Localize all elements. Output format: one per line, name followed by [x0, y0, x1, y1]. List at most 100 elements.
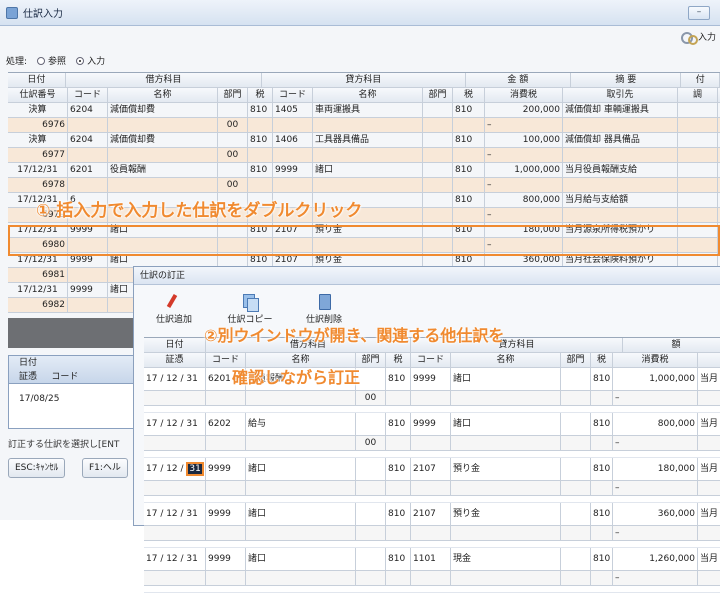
table-row[interactable]: 17/12/31 9999 諸口 810 2107 預り金 810 180,000 当月源泉所得…: [8, 223, 720, 238]
correction-debit-name[interactable]: 諸口: [246, 503, 356, 526]
row-date: 17/12/31: [8, 253, 68, 267]
correction-credit-dept[interactable]: [561, 548, 591, 571]
delete-entry-button[interactable]: 仕訳削除: [296, 292, 352, 325]
correction-credit-name[interactable]: 預り金: [451, 503, 561, 526]
escape-cancel-button[interactable]: ESC:ｷｬﾝｾﾙ: [8, 458, 66, 478]
correction-credit-dept[interactable]: [561, 503, 591, 526]
correction-debit-code[interactable]: 9999: [206, 548, 246, 571]
correction-credit-name[interactable]: 諸口: [451, 368, 561, 391]
correction-debit-code[interactable]: 9999: [206, 503, 246, 526]
row-sub-cell: [248, 178, 273, 192]
correction-amount[interactable]: 1,260,000: [613, 548, 698, 571]
table-row[interactable]: 決算 6204 減価償却費 810 1406 工具器具備品 810 100,000 減価償却 器…: [8, 133, 720, 148]
correction-amount[interactable]: 360,000: [613, 503, 698, 526]
correction-credit-name[interactable]: 現金: [451, 548, 561, 571]
correction-credit-code[interactable]: 9999: [411, 368, 451, 391]
correction-credit-tax[interactable]: 810: [591, 503, 613, 526]
correction-row[interactable]: 17 / 12 / 31 9999 諸口 810 2107 預り金 810 360,000 当月: [144, 503, 720, 526]
correction-debit-tax[interactable]: 810: [386, 458, 411, 481]
row-amount: 360,000: [485, 253, 563, 267]
correction-credit-name[interactable]: 諸口: [451, 413, 561, 436]
correction-amount[interactable]: 800,000: [613, 413, 698, 436]
correction-sub-cell: [206, 571, 246, 585]
correction-debit-tax[interactable]: 810: [386, 413, 411, 436]
correction-debit-dept[interactable]: [356, 458, 386, 481]
correction-debit-code[interactable]: 9999: [206, 458, 246, 481]
correction-description[interactable]: 当月: [698, 368, 720, 391]
correction-credit-tax[interactable]: 810: [591, 548, 613, 571]
table-row-sub[interactable]: 6978 00 –: [8, 178, 720, 193]
correction-credit-dept[interactable]: [561, 458, 591, 481]
correction-row-sub[interactable]: –: [144, 526, 720, 541]
correction-credit-dept[interactable]: [561, 368, 591, 391]
correction-credit-tax[interactable]: 810: [591, 458, 613, 481]
correction-entry[interactable]: 17 / 12 / 31 9999 諸口 810 2107 預り金 810 360,000 当月: [144, 503, 720, 526]
correction-amount[interactable]: 180,000: [613, 458, 698, 481]
row-debit-code: 6201: [68, 163, 108, 177]
table-row-sub[interactable]: 6976 00 –: [8, 118, 720, 133]
radio-input[interactable]: 入力: [76, 54, 105, 67]
correction-description[interactable]: 当月: [698, 548, 720, 571]
correction-credit-tax[interactable]: 810: [591, 368, 613, 391]
correction-description[interactable]: 当月: [698, 503, 720, 526]
correction-credit-name[interactable]: 預り金: [451, 458, 561, 481]
row-consumption-tax: –: [485, 208, 563, 222]
table-row[interactable]: 17/12/31 6201 役員報酬 810 9999 諸口 810 1,000,000 当月役…: [8, 163, 720, 178]
correction-debit-name[interactable]: 諸口: [246, 458, 356, 481]
correction-row-sub[interactable]: 00 –: [144, 391, 720, 406]
add-entry-button[interactable]: 仕訳追加: [146, 292, 202, 325]
correction-sub-cell: [451, 436, 561, 450]
correction-debit-dept[interactable]: [356, 368, 386, 391]
correction-date[interactable]: 17 / 12 / 31: [144, 548, 206, 571]
correction-description[interactable]: 当月: [698, 458, 720, 481]
correction-debit-tax[interactable]: 810: [386, 368, 411, 391]
correction-debit-tax[interactable]: 810: [386, 548, 411, 571]
correction-date[interactable]: 17 / 12 / 31: [144, 458, 206, 481]
correction-credit-code[interactable]: 1101: [411, 548, 451, 571]
correction-row-sub[interactable]: 00 –: [144, 436, 720, 451]
correction-credit-code[interactable]: 2107: [411, 503, 451, 526]
minimize-button[interactable]: –: [688, 6, 710, 20]
correction-credit-tax[interactable]: 810: [591, 413, 613, 436]
header-consumption-tax: 消費税: [485, 88, 563, 102]
correction-entry[interactable]: 17 / 12 / 31 6201 役員報酬 810 9999 諸口 810 1,000,00…: [144, 368, 720, 391]
correction-date[interactable]: 17 / 12 / 31: [144, 368, 206, 391]
correction-row[interactable]: 17 / 12 / 31 6201 役員報酬 810 9999 諸口 810 1,000,00…: [144, 368, 720, 391]
table-row[interactable]: 決算 6204 減価償却費 810 1405 車両運搬具 810 200,000 減価償却 車輌…: [8, 103, 720, 118]
correction-date-cursor[interactable]: 31: [186, 462, 204, 476]
correction-debit-dept[interactable]: [356, 503, 386, 526]
correction-debit-name[interactable]: 諸口: [246, 548, 356, 571]
correction-row[interactable]: 17 / 12 / 31 9999 諸口 810 1101 現金 810 1,260,000 当…: [144, 548, 720, 571]
correction-debit-tax[interactable]: 810: [386, 503, 411, 526]
correction-row-sub[interactable]: –: [144, 481, 720, 496]
help-button[interactable]: F1:ヘル: [82, 458, 128, 478]
table-row-sub[interactable]: 6980 –: [8, 238, 720, 253]
correction-row[interactable]: 17 / 12 / 31 9999 諸口 810 2107 預り金 810 180,000 当月: [144, 458, 720, 481]
correction-amount[interactable]: 1,000,000: [613, 368, 698, 391]
correction-entry[interactable]: 17 / 12 / 31 6202 給与 810 9999 諸口 810 800,000 当月: [144, 413, 720, 436]
correction-date[interactable]: 17 / 12 / 31: [144, 413, 206, 436]
row-debit-tax: 810: [248, 163, 273, 177]
correction-debit-dept[interactable]: [356, 413, 386, 436]
header-credit-code: コード: [273, 88, 313, 102]
correction-date[interactable]: 17 / 12 / 31: [144, 503, 206, 526]
toolbar-input[interactable]: 入力: [680, 30, 716, 45]
correction-row[interactable]: 17 / 12 / 31 6202 給与 810 9999 諸口 810 800,000 当月: [144, 413, 720, 436]
correction-entry[interactable]: 17 / 12 / 31 9999 諸口 810 2107 預り金 810 180,000 当月: [144, 458, 720, 481]
correction-row-sub[interactable]: –: [144, 571, 720, 586]
correction-debit-code[interactable]: 6202: [206, 413, 246, 436]
correction-debit-dept[interactable]: [356, 548, 386, 571]
correction-sub-cell: [591, 391, 613, 405]
table-row-sub[interactable]: 6977 00 –: [8, 148, 720, 163]
radio-reference[interactable]: 参照: [37, 54, 66, 67]
correction-credit-code[interactable]: 9999: [411, 413, 451, 436]
correction-debit-name[interactable]: 給与: [246, 413, 356, 436]
correction-sub-cell: [386, 391, 411, 405]
correction-description[interactable]: 当月: [698, 413, 720, 436]
row-consumption-tax: –: [485, 178, 563, 192]
correction-entry[interactable]: 17 / 12 / 31 9999 諸口 810 1101 現金 810 1,260,000 当…: [144, 548, 720, 571]
correction-credit-code[interactable]: 2107: [411, 458, 451, 481]
p-header-credit-tax: 税: [591, 353, 613, 367]
copy-entry-button[interactable]: 仕訳コピー: [222, 292, 278, 325]
correction-credit-dept[interactable]: [561, 413, 591, 436]
